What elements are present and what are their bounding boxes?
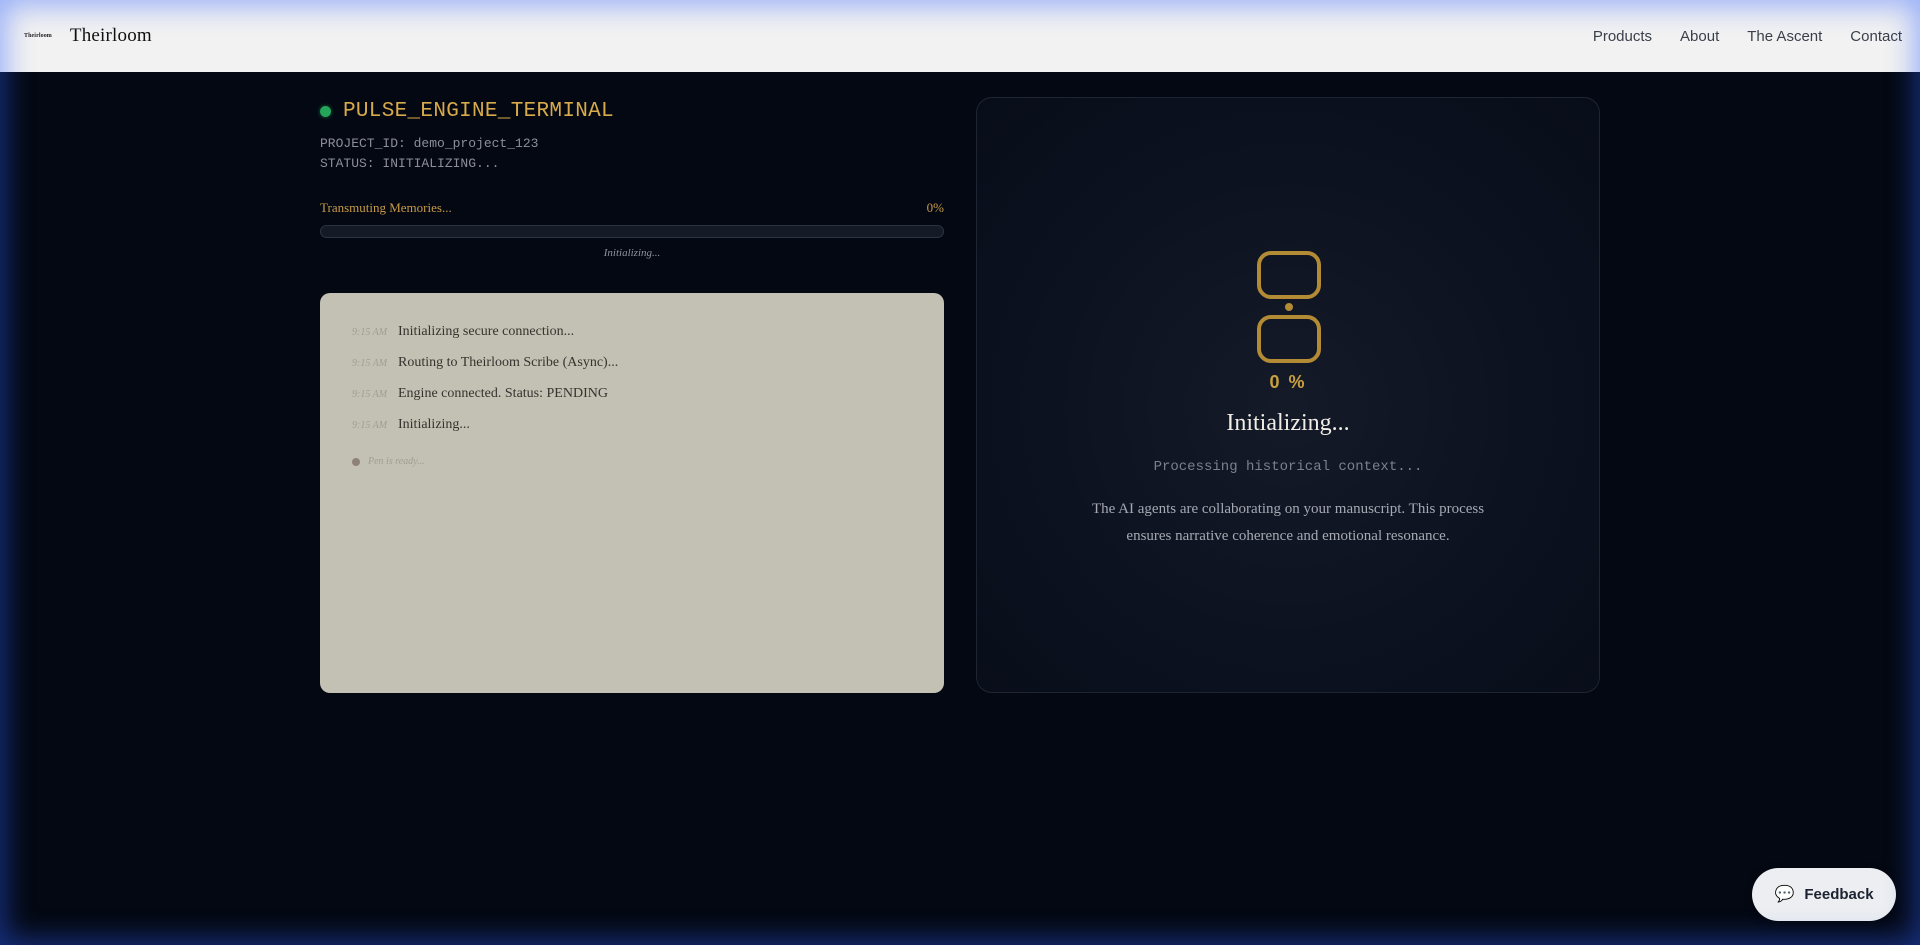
nav-the-ascent[interactable]: The Ascent — [1747, 28, 1822, 45]
card-percent: 0 % — [1269, 372, 1307, 392]
logo-mark: Theirloom — [24, 33, 52, 39]
progress-header: Transmuting Memories... 0% — [320, 200, 944, 216]
project-id: PROJECT_ID: demo_project_123 — [320, 136, 539, 151]
log-entry: 9:15 AM Initializing secure connection..… — [352, 324, 912, 355]
status-dot — [320, 105, 331, 117]
progress-bar — [320, 225, 944, 238]
feedback-button[interactable]: 💬 Feedback — [1752, 868, 1896, 921]
status-line: STATUS: INITIALIZING... — [320, 156, 500, 171]
log-time: 9:15 AM — [352, 327, 388, 338]
waiting-indicator: Pen is ready... — [352, 456, 912, 467]
nav-products[interactable]: Products — [1593, 28, 1652, 45]
terminal-title: PULSE_ENGINE_TERMINAL — [343, 99, 614, 123]
log-time: 9:15 AM — [352, 389, 388, 400]
feedback-label: Feedback — [1804, 886, 1874, 903]
log-entry: 9:15 AM Engine connected. Status: PENDIN… — [352, 386, 912, 417]
status-card: 0 % Initializing... Processing historica… — [976, 97, 1600, 693]
progress-label: Transmuting Memories... — [320, 200, 452, 215]
log-time: 9:15 AM — [352, 358, 388, 369]
terminal-section: PULSE_ENGINE_TERMINAL PROJECT_ID: demo_p… — [320, 96, 944, 693]
speech-bubble-icon: 💬 — [1774, 885, 1795, 903]
brand[interactable]: Theirloom Theirloom — [24, 25, 152, 47]
card-title: Initializing... — [1226, 410, 1350, 436]
log-message: Engine connected. Status: PENDING — [398, 386, 608, 401]
log-message: Routing to Theirloom Scribe (Async)... — [398, 355, 619, 370]
log-list: 9:15 AM Initializing secure connection..… — [352, 324, 912, 448]
log-time: 9:15 AM — [352, 420, 388, 431]
log-message: Initializing secure connection... — [398, 324, 575, 339]
waiting-dot — [352, 457, 360, 466]
log-panel: 9:15 AM Initializing secure connection..… — [320, 293, 944, 693]
edge-glow — [0, 0, 1920, 945]
progress-percent: 0% — [926, 200, 944, 215]
waiting-text: Pen is ready... — [368, 456, 425, 467]
nav-about[interactable]: About — [1680, 28, 1719, 45]
hourglass-icon — [1257, 251, 1321, 363]
progress-status: Initializing... — [603, 247, 661, 259]
nav-contact[interactable]: Contact — [1850, 28, 1902, 45]
log-entry: 9:15 AM Initializing... — [352, 417, 912, 448]
log-entry: 9:15 AM Routing to Theirloom Scribe (Asy… — [352, 355, 912, 386]
card-description: The AI agents are collaborating on your … — [1091, 501, 1485, 544]
log-message: Initializing... — [398, 417, 470, 432]
site-header: Theirloom Theirloom Products About The A… — [0, 0, 1920, 72]
main-nav: Products About The Ascent Contact — [1593, 28, 1902, 45]
brand-name: Theirloom — [69, 25, 152, 46]
terminal-meta: PROJECT_ID: demo_project_123 STATUS: INI… — [320, 134, 944, 174]
card-subtitle: Processing historical context... — [1153, 459, 1423, 475]
terminal-title-row: PULSE_ENGINE_TERMINAL — [320, 96, 944, 126]
